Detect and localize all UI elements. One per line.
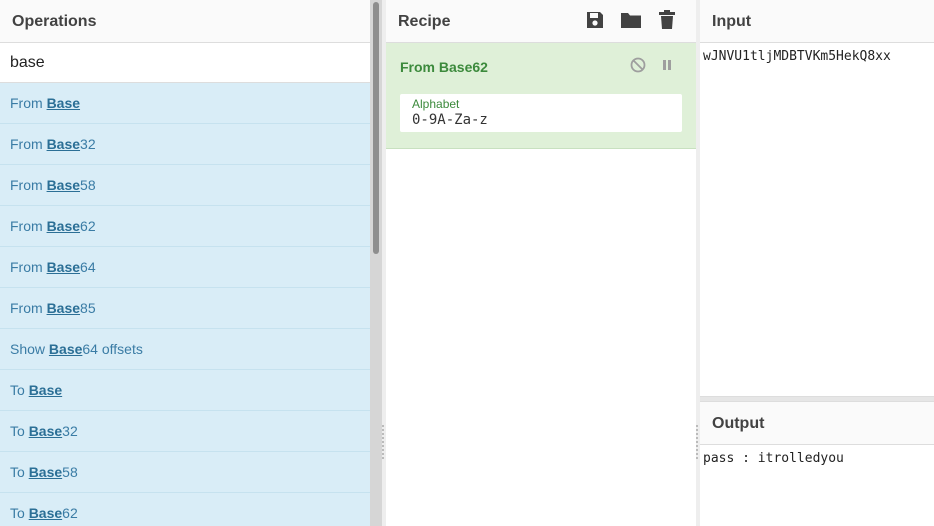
io-pane: Input wJNVU1tljMDBTVKm5HekQ8xx Output pa…: [700, 0, 934, 526]
operation-match: Base: [46, 95, 81, 111]
operation-item[interactable]: From Base: [0, 83, 370, 124]
operation-prefix: To: [10, 505, 29, 521]
resize-grip: [382, 425, 384, 459]
operation-prefix: From: [10, 136, 47, 152]
operation-item[interactable]: To Base32: [0, 411, 370, 452]
operation-prefix: Show: [10, 341, 49, 357]
recipe-header: Recipe: [386, 0, 696, 43]
operation-suffix: 64 offsets: [82, 341, 143, 357]
recipe-operation-controls: [630, 57, 674, 78]
resize-grip: [696, 425, 698, 459]
operation-match: Base: [46, 136, 81, 152]
operation-suffix: 32: [80, 136, 96, 152]
operation-item[interactable]: From Base58: [0, 165, 370, 206]
pause-icon[interactable]: [660, 58, 674, 77]
folder-icon[interactable]: [620, 9, 642, 31]
operation-suffix: 62: [80, 218, 96, 234]
operations-list: From Base From Base32 From Base58 From B…: [0, 83, 370, 526]
alphabet-field[interactable]: 0-9A-Za-z: [412, 111, 670, 129]
operation-item[interactable]: Show Base64 offsets: [0, 329, 370, 370]
operation-prefix: From: [10, 259, 47, 275]
operation-item[interactable]: From Base62: [0, 206, 370, 247]
operation-item[interactable]: To Base62: [0, 493, 370, 526]
search-box: [0, 43, 370, 83]
trash-icon[interactable]: [656, 9, 678, 31]
cyberchef-window: Operations From Base From Base32 From Ba…: [0, 0, 934, 526]
operation-suffix: 58: [80, 177, 96, 193]
operations-search-input[interactable]: [0, 43, 370, 82]
recipe-operation-name: From Base62: [400, 59, 488, 75]
operation-match: Base: [48, 341, 83, 357]
operation-match: Base: [28, 505, 63, 521]
disable-icon[interactable]: [630, 57, 646, 78]
operation-match: Base: [46, 259, 81, 275]
operation-suffix: 62: [62, 505, 78, 521]
operation-prefix: To: [10, 382, 29, 398]
alphabet-argument[interactable]: Alphabet 0-9A-Za-z: [400, 94, 682, 132]
operation-match: Base: [46, 177, 81, 193]
operation-suffix: 58: [62, 464, 78, 480]
operation-prefix: From: [10, 95, 47, 111]
recipe-pane: Recipe From Base62 Alphabet 0-9A-Za-z: [386, 0, 696, 526]
operations-scrollbar[interactable]: [370, 0, 382, 526]
output-text[interactable]: pass : itrolledyou: [700, 445, 934, 472]
operation-item[interactable]: From Base32: [0, 124, 370, 165]
input-title: Input: [700, 0, 934, 43]
operation-suffix: 64: [80, 259, 96, 275]
output-section: Output pass : itrolledyou: [700, 402, 934, 472]
operation-suffix: 32: [62, 423, 78, 439]
operation-match: Base: [28, 423, 63, 439]
operation-item[interactable]: From Base64: [0, 247, 370, 288]
input-section: Input wJNVU1tljMDBTVKm5HekQ8xx: [700, 0, 934, 396]
input-textarea[interactable]: wJNVU1tljMDBTVKm5HekQ8xx: [700, 43, 934, 70]
operation-match: Base: [28, 464, 63, 480]
operation-match: Base: [28, 382, 63, 398]
operation-item[interactable]: To Base: [0, 370, 370, 411]
argument-label: Alphabet: [412, 97, 460, 111]
operation-prefix: From: [10, 177, 47, 193]
operation-prefix: To: [10, 464, 29, 480]
recipe-operation[interactable]: From Base62 Alphabet 0-9A-Za-z: [386, 43, 696, 149]
scrollbar-thumb[interactable]: [373, 2, 379, 254]
operation-suffix: 85: [80, 300, 96, 316]
recipe-toolbar: [584, 9, 678, 31]
operation-prefix: From: [10, 300, 47, 316]
operation-prefix: From: [10, 218, 47, 234]
operation-match: Base: [46, 218, 81, 234]
recipe-title: Recipe: [398, 13, 451, 30]
operations-pane: Operations From Base From Base32 From Ba…: [0, 0, 370, 526]
output-title: Output: [700, 402, 934, 445]
operations-title: Operations: [0, 0, 370, 43]
save-icon[interactable]: [584, 9, 606, 31]
operation-prefix: To: [10, 423, 29, 439]
operation-item[interactable]: To Base58: [0, 452, 370, 493]
operation-match: Base: [46, 300, 81, 316]
operation-item[interactable]: From Base85: [0, 288, 370, 329]
